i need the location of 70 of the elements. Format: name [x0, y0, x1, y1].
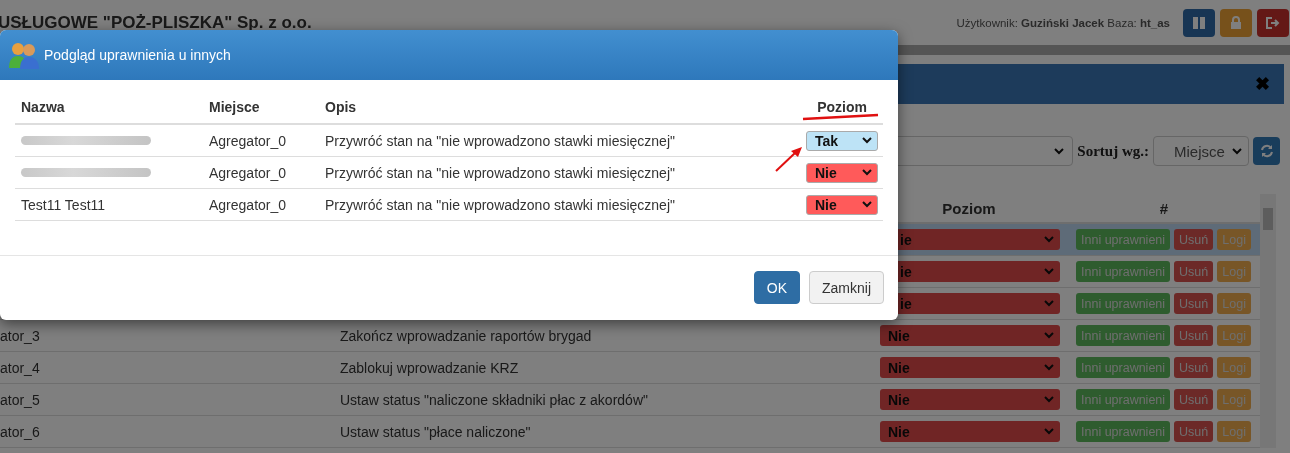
refresh-button[interactable] — [1253, 137, 1280, 165]
level-select[interactable]: Nie — [880, 421, 1060, 442]
users-icon — [8, 41, 40, 69]
table-cell: ator_6 — [0, 423, 40, 440]
delete-button[interactable]: Usuń — [1174, 421, 1214, 442]
logs-button[interactable]: Logi — [1217, 421, 1251, 442]
level-select[interactable]: Nie — [806, 162, 878, 183]
close-button[interactable]: Zamknij — [809, 271, 884, 304]
column-header: Nazwa — [21, 98, 65, 115]
logout-icon — [1266, 16, 1280, 29]
table-cell: Zablokuj wprowadzanie KRZ — [340, 359, 519, 376]
ok-button[interactable]: OK — [753, 271, 800, 304]
delete-button[interactable]: Usuń — [1174, 229, 1214, 250]
chevron-down-icon — [862, 137, 872, 144]
sort-select[interactable]: Miejsce — [1153, 136, 1249, 166]
close-button[interactable]: ✖ — [1255, 73, 1270, 95]
scrollbar[interactable] — [1260, 194, 1276, 448]
delete-button[interactable]: Usuń — [1174, 325, 1214, 346]
chevron-down-icon — [862, 201, 872, 208]
level-select[interactable]: Tak — [806, 130, 878, 151]
logs-button[interactable]: Logi — [1217, 229, 1251, 250]
chevron-down-icon — [1044, 364, 1054, 371]
table-cell: Przywróć stan na "nie wprowadzono stawki miesięcznej" — [325, 164, 675, 181]
column-header: Miejsce — [209, 98, 260, 115]
table-cell: ator_3 — [0, 327, 40, 344]
logs-button[interactable]: Logi — [1217, 261, 1251, 282]
annotation-arrow — [775, 147, 802, 172]
lock-icon — [1230, 16, 1242, 29]
logout-button[interactable] — [1257, 8, 1289, 37]
sort-label: Sortuj wg.: — [1077, 142, 1149, 160]
table-cell: Agregator_0 — [209, 164, 287, 181]
column-header: Poziom — [817, 98, 867, 115]
table-cell: Ustaw status "płace naliczone" — [340, 423, 531, 440]
table-cell: Ustaw status "naliczone składniki płac z akordów" — [340, 391, 648, 408]
logs-button[interactable]: Logi — [1217, 293, 1251, 314]
chevron-down-icon — [1044, 300, 1054, 307]
chevron-down-icon — [862, 169, 872, 176]
chevron-down-icon — [1054, 147, 1065, 155]
chevron-down-icon — [1044, 332, 1054, 339]
refresh-icon — [1259, 144, 1274, 158]
columns-icon — [1193, 16, 1205, 29]
lock-button[interactable] — [1220, 8, 1252, 37]
logs-button[interactable]: Logi — [1217, 389, 1251, 410]
chevron-down-icon — [1044, 268, 1054, 275]
level-select[interactable]: Nie — [806, 194, 878, 215]
table-cell: Przywróć stan na "nie wprowadzono stawki miesięcznej" — [325, 132, 675, 149]
table-cell: Agregator_0 — [209, 196, 287, 213]
chevron-down-icon — [1044, 236, 1054, 243]
chevron-down-icon — [1044, 428, 1054, 435]
table-cell: ator_5 — [0, 391, 40, 408]
dialog-title: Podgląd uprawnienia u innych — [44, 47, 231, 63]
delete-button[interactable]: Usuń — [1174, 293, 1214, 314]
table-cell: Test11 Test11 — [21, 196, 106, 213]
table-cell: Zakończ wprowadzanie raportów brygad — [340, 327, 592, 344]
table-cell: Przywróć stan na "nie wprowadzono stawki miesięcznej" — [325, 196, 675, 213]
table-cell: Agregator_0 — [209, 132, 287, 149]
columns-button[interactable] — [1183, 8, 1215, 37]
table-cell: ator_4 — [0, 359, 40, 376]
delete-button[interactable]: Usuń — [1174, 357, 1214, 378]
level-select[interactable]: Nie — [880, 325, 1060, 346]
chevron-down-icon — [1232, 147, 1242, 155]
chevron-down-icon — [1044, 396, 1054, 403]
logs-button[interactable]: Logi — [1217, 357, 1251, 378]
logs-button[interactable]: Logi — [1217, 325, 1251, 346]
delete-button[interactable]: Usuń — [1174, 261, 1214, 282]
level-select[interactable]: Nie — [880, 389, 1060, 410]
level-select[interactable]: Nie — [880, 357, 1060, 378]
column-header: Opis — [325, 98, 357, 115]
user-info: Użytkownik: Guziński Jacek Baza: ht_as — [956, 16, 1170, 29]
delete-button[interactable]: Usuń — [1174, 389, 1214, 410]
